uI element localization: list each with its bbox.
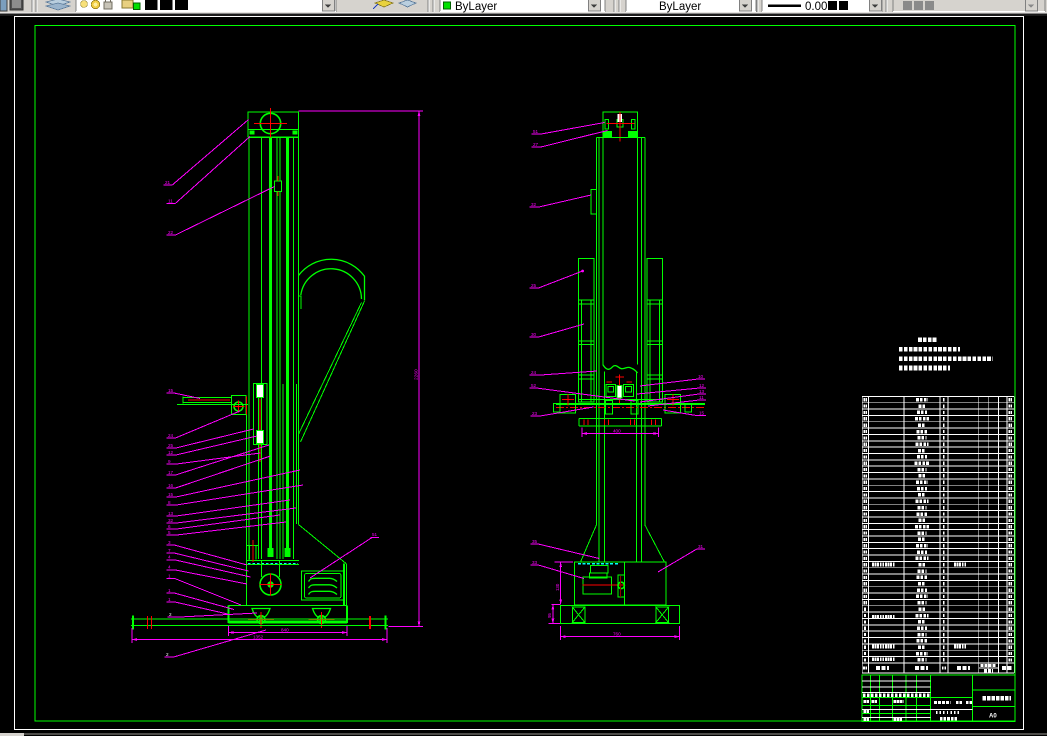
svg-text:23: 23 [532,411,538,416]
svg-text:33: 33 [532,560,538,565]
svg-text:52: 52 [531,383,537,388]
svg-text:ByLayer: ByLayer [455,1,497,13]
svg-text:760: 760 [613,631,621,636]
svg-text:1: 1 [168,597,171,602]
svg-text:24: 24 [168,433,174,438]
svg-text:10: 10 [698,374,704,379]
svg-text:5: 5 [168,530,171,535]
svg-text:15: 15 [168,492,174,497]
svg-text:1: 1 [168,573,171,578]
svg-text:24: 24 [531,370,537,375]
svg-text:4: 4 [168,565,171,570]
svg-text:15: 15 [699,411,705,416]
svg-text:16: 16 [168,483,174,488]
svg-text:30: 30 [531,332,537,337]
svg-text:12: 12 [168,450,174,455]
svg-text:31: 31 [698,544,704,549]
svg-text:7: 7 [168,548,171,553]
svg-text:35: 35 [532,539,538,544]
svg-text:A0: A0 [989,714,997,720]
svg-text:22: 22 [168,230,174,235]
svg-text:11: 11 [699,395,704,400]
svg-text:1352: 1352 [253,635,264,640]
svg-text:0.00: 0.00 [805,1,827,13]
svg-text:11: 11 [168,199,173,204]
svg-text:3: 3 [168,540,171,545]
svg-text:6: 6 [168,524,171,529]
svg-text:4: 4 [168,555,171,560]
svg-text:130: 130 [555,583,560,591]
svg-text:400: 400 [613,429,621,434]
svg-text:ByLayer: ByLayer [659,1,701,13]
svg-text:13: 13 [168,511,174,516]
svg-text:2260: 2260 [413,369,419,380]
svg-text:21: 21 [165,180,171,185]
svg-text:25: 25 [168,443,174,448]
svg-text:25: 25 [531,283,537,288]
svg-text:17: 17 [168,470,174,475]
svg-text:2: 2 [169,612,172,617]
svg-text:2: 2 [166,652,169,657]
svg-text:32: 32 [168,518,174,523]
svg-text:12: 12 [699,383,705,388]
svg-text:13: 13 [699,389,705,394]
svg-text:840: 840 [281,628,289,633]
svg-text:51: 51 [533,129,539,134]
svg-text:8: 8 [168,500,171,505]
svg-text:95: 95 [547,613,552,618]
svg-text:1: 1 [168,588,171,593]
svg-text:51: 51 [372,532,378,537]
svg-text:32: 32 [531,202,537,207]
svg-text:9: 9 [168,459,171,464]
svg-text:27: 27 [533,142,539,147]
svg-text:15: 15 [168,388,174,393]
